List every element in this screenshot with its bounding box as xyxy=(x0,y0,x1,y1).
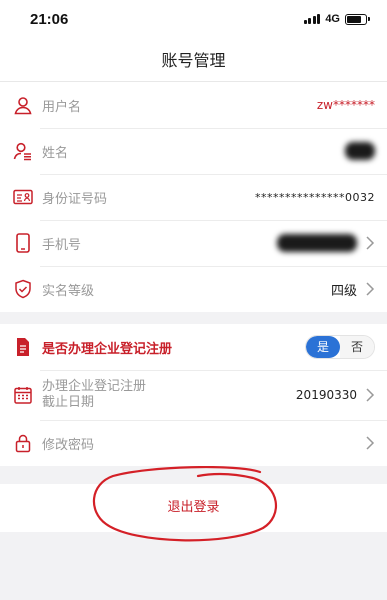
calendar-icon xyxy=(12,384,34,406)
chevron-right-icon xyxy=(366,388,375,402)
name-label: 姓名 xyxy=(42,145,69,161)
username-label: 用户名 xyxy=(42,99,82,115)
deadline-row[interactable]: 办理企业登记注册 截止日期 20190330 xyxy=(0,370,387,420)
deadline-label: 办理企业登记注册 截止日期 xyxy=(42,379,296,411)
name-row: 姓名 xyxy=(0,128,387,174)
username-value: zw******* xyxy=(316,98,375,112)
name-value-redacted xyxy=(345,142,375,160)
verification-level-value: 四级 xyxy=(330,283,357,299)
enterprise-group: 是否办理企业登记注册 是 否 办理企业登记注册 截止日期 20190330 修改… xyxy=(0,324,387,466)
status-time: 21:06 xyxy=(30,11,69,28)
username-row: 用户名 zw******* xyxy=(0,82,387,128)
deadline-label-line1: 办理企业登记注册 xyxy=(42,379,147,394)
network-label: 4G xyxy=(325,13,340,25)
phone-label: 手机号 xyxy=(42,237,82,253)
battery-icon xyxy=(345,13,370,25)
chevron-right-icon xyxy=(366,236,375,250)
id-card-icon xyxy=(12,186,34,208)
phone-row[interactable]: 手机号 xyxy=(0,220,387,266)
lock-icon xyxy=(12,432,34,454)
change-password-row[interactable]: 修改密码 xyxy=(0,420,387,466)
deadline-value: 20190330 xyxy=(295,388,357,402)
person-list-icon xyxy=(12,140,34,162)
id-number-label: 身份证号码 xyxy=(42,191,108,207)
phone-value-redacted xyxy=(277,234,357,252)
hand-drawn-circle-annotation xyxy=(92,466,277,542)
phone-icon xyxy=(12,232,34,254)
enterprise-registration-label: 是否办理企业登记注册 xyxy=(42,341,173,357)
signal-icon xyxy=(303,14,321,24)
id-number-row: 身份证号码 ***************0032 xyxy=(0,174,387,220)
section-gap xyxy=(0,312,387,324)
id-number-value: ***************0032 xyxy=(255,190,375,204)
logout-section: 退出登录 xyxy=(0,466,387,542)
change-password-label: 修改密码 xyxy=(42,437,95,453)
document-icon xyxy=(12,336,34,358)
verification-level-row[interactable]: 实名等级 四级 xyxy=(0,266,387,312)
enterprise-registration-row: 是否办理企业登记注册 是 否 xyxy=(0,324,387,370)
toggle-yes[interactable]: 是 xyxy=(306,336,340,358)
status-bar: 21:06 4G xyxy=(0,0,387,40)
shield-check-icon xyxy=(12,278,34,300)
person-icon xyxy=(12,94,34,116)
toggle-no[interactable]: 否 xyxy=(340,336,374,358)
page-title: 账号管理 xyxy=(161,51,226,70)
account-info-group: 用户名 zw******* 姓名 身份证号码 ***************00… xyxy=(0,82,387,312)
chevron-right-icon xyxy=(366,436,375,450)
nav-bar: 账号管理 xyxy=(0,40,387,82)
yes-no-toggle[interactable]: 是 否 xyxy=(305,335,375,359)
verification-level-label: 实名等级 xyxy=(42,283,95,299)
status-indicators: 4G xyxy=(303,13,370,25)
chevron-right-icon xyxy=(366,282,375,296)
deadline-label-line2: 截止日期 xyxy=(42,395,95,410)
